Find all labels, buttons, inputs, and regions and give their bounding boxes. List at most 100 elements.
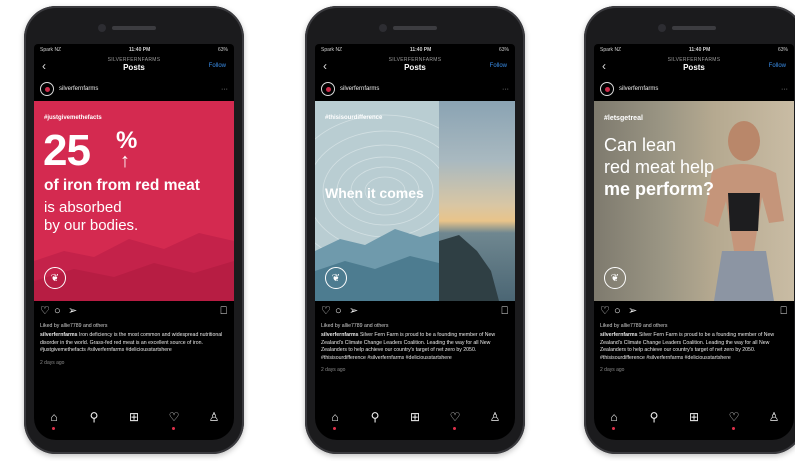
phone-top-bezel [584, 6, 795, 42]
caption-username[interactable]: silverfernfarms [40, 332, 78, 338]
search-icon[interactable]: ⚲ [644, 410, 664, 424]
post-header: silverfernfarms ··· [34, 77, 234, 101]
search-icon[interactable]: ⚲ [365, 410, 385, 424]
paper-plane-icon[interactable]: ➢ [349, 306, 358, 317]
nav-bar: ‹ SILVERFERNFARMS Posts Follow [34, 55, 234, 77]
nav-center: SILVERFERNFARMS Posts [315, 57, 515, 72]
follow-button[interactable]: Follow [490, 63, 507, 69]
comment-icon[interactable]: ○ [614, 306, 621, 317]
caption-tags[interactable]: #justgivemethefacts #silverfernfarms #de… [40, 347, 228, 354]
post-time-ago: 2 days ago [40, 359, 65, 366]
liked-by[interactable]: Liked by allie7789 and others [600, 323, 788, 330]
caption-username[interactable]: silverfernfarms [600, 332, 638, 338]
phone-3: Spark NZ 11:40 PM 63% ‹ SILVERFERNFARMS … [584, 6, 795, 454]
caption-body: silverfernfarms Iron deficiency is the m… [40, 332, 228, 347]
post-image[interactable]: #letsgetreal Can lean red meat help me p… [594, 101, 794, 301]
more-dots-icon[interactable]: ··· [781, 86, 788, 93]
headline-line-1: of iron from red meat [44, 177, 200, 194]
paper-plane-icon[interactable]: ➢ [628, 306, 637, 317]
headline-line-3: by our bodies. [44, 217, 139, 234]
notification-dot [333, 427, 336, 430]
post-hashtag: #thisisourdifference [325, 115, 383, 121]
carrier: Spark NZ [600, 46, 622, 53]
post-image[interactable]: #thisisourdifference When it comes ❦ [315, 101, 515, 301]
headline-line-3: me perform? [604, 179, 715, 199]
liked-by[interactable]: Liked by allie7789 and others [40, 323, 228, 330]
post-caption: Liked by allie7789 and others silverfern… [594, 323, 794, 374]
avatar[interactable] [40, 82, 54, 96]
home-icon[interactable]: ⌂ [44, 410, 64, 430]
add-post-icon[interactable]: ⊞ [684, 410, 704, 424]
heart-icon[interactable]: ♡ [600, 306, 610, 317]
activity-heart-icon[interactable]: ♡ [164, 410, 184, 430]
phone-2: Spark NZ 11:40 PM 63% ‹ SILVERFERNFARMS … [305, 6, 525, 454]
post-username[interactable]: silverfernfarms [340, 86, 502, 92]
phone-top-bezel [305, 6, 525, 42]
fern-logo-icon: ❦ [44, 267, 66, 289]
liked-by[interactable]: Liked by allie7789 and others [321, 323, 509, 330]
phone-top-bezel [24, 6, 244, 42]
fern-logo-icon: ❦ [325, 267, 347, 289]
avatar-logo-icon [325, 86, 331, 92]
profile-icon[interactable]: ♙ [485, 410, 505, 424]
home-icon[interactable]: ⌂ [604, 410, 624, 430]
nav-title: Posts [123, 63, 145, 72]
post-actions: ♡ ○ ➢ ⎕ [315, 301, 515, 323]
more-dots-icon[interactable]: ··· [502, 86, 509, 93]
clock: 11:40 PM [409, 46, 432, 53]
carrier: Spark NZ [40, 46, 62, 53]
follow-button[interactable]: Follow [769, 63, 786, 69]
avatar[interactable] [600, 82, 614, 96]
camera-icon [658, 24, 666, 32]
nav-title: Posts [683, 63, 705, 72]
camera-icon [98, 24, 106, 32]
notification-dot [612, 427, 615, 430]
nav-bar: ‹ SILVERFERNFARMS Posts Follow [594, 55, 794, 77]
post-image[interactable]: #justgivemethefacts 25 % ↑ of iron from … [34, 101, 234, 301]
notification-dot [52, 427, 55, 430]
caption-tags[interactable]: #thisisourdifference #silverfernfarms #d… [600, 355, 788, 362]
add-post-icon[interactable]: ⊞ [124, 410, 144, 424]
post-username[interactable]: silverfernfarms [59, 86, 221, 92]
caption-username[interactable]: silverfernfarms [321, 332, 359, 338]
add-post-icon[interactable]: ⊞ [405, 410, 425, 424]
paper-plane-icon[interactable]: ➢ [68, 306, 77, 317]
headline-line-2: red meat help [604, 157, 715, 177]
arrow-up-icon: ↑ [120, 150, 130, 172]
profile-icon[interactable]: ♙ [204, 410, 224, 424]
screen-2: Spark NZ 11:40 PM 63% ‹ SILVERFERNFARMS … [315, 44, 515, 440]
bookmark-icon[interactable]: ⎕ [501, 306, 508, 317]
clock: 11:40 PM [688, 46, 711, 53]
battery: 63% [777, 46, 788, 53]
search-icon[interactable]: ⚲ [84, 410, 104, 424]
caption-tags[interactable]: #thisisourdifference #silverfernfarms #d… [321, 355, 509, 362]
activity-heart-icon[interactable]: ♡ [445, 410, 465, 430]
comment-icon[interactable]: ○ [54, 306, 61, 317]
avatar-logo-icon [44, 86, 50, 92]
post-header: silverfernfarms ··· [594, 77, 794, 101]
more-dots-icon[interactable]: ··· [221, 86, 228, 93]
heart-icon[interactable]: ♡ [40, 306, 50, 317]
bookmark-icon[interactable]: ⎕ [780, 306, 787, 317]
activity-heart-icon[interactable]: ♡ [724, 410, 744, 430]
nav-title: Posts [404, 63, 426, 72]
bookmark-icon[interactable]: ⎕ [220, 306, 227, 317]
speaker-grille [393, 26, 437, 30]
follow-button[interactable]: Follow [209, 63, 226, 69]
nav-bar: ‹ SILVERFERNFARMS Posts Follow [315, 55, 515, 77]
avatar[interactable] [321, 82, 335, 96]
tab-bar: ⌂ ⚲ ⊞ ♡ ♙ [594, 406, 794, 430]
post-time-ago: 2 days ago [600, 367, 625, 374]
post-username[interactable]: silverfernfarms [619, 86, 781, 92]
notification-dot [172, 427, 175, 430]
profile-icon[interactable]: ♙ [764, 410, 784, 424]
comment-icon[interactable]: ○ [335, 306, 342, 317]
heart-icon[interactable]: ♡ [321, 306, 331, 317]
headline-number: 25 [43, 126, 91, 175]
home-icon[interactable]: ⌂ [325, 410, 345, 430]
nav-center: SILVERFERNFARMS Posts [594, 57, 794, 72]
caption-body: silverfernfarms Silver Fern Farm is prou… [600, 332, 788, 354]
post-hashtag: #letsgetreal [604, 115, 643, 122]
avatar-logo-icon [604, 86, 610, 92]
post-actions: ♡ ○ ➢ ⎕ [34, 301, 234, 323]
